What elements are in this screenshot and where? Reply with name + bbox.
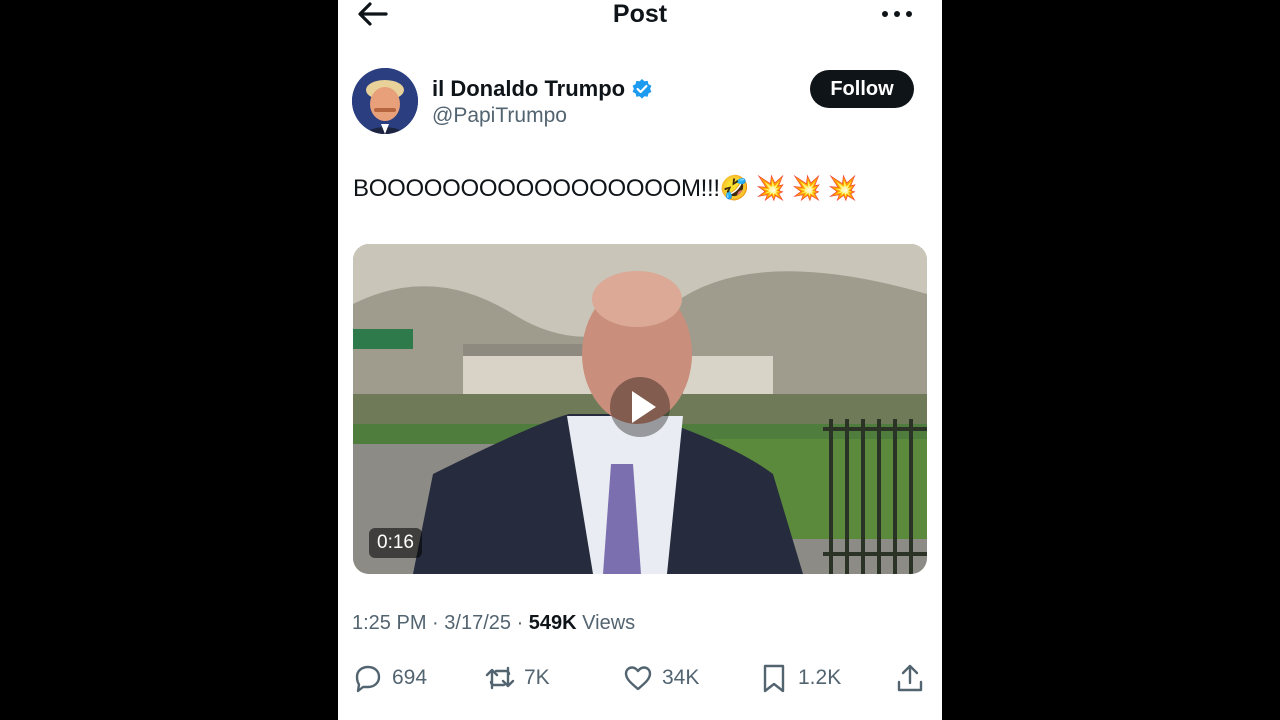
heart-icon (624, 666, 652, 691)
post-date[interactable]: 3/17/25 (444, 612, 511, 634)
more-button[interactable] (880, 2, 914, 26)
reply-button[interactable]: 694 (352, 658, 427, 698)
repost-button[interactable]: 7K (484, 658, 550, 698)
reply-icon (355, 665, 381, 693)
play-icon[interactable] (610, 377, 670, 437)
video-duration: 0:16 (369, 528, 422, 558)
author-handle[interactable]: @PapiTrumpo (432, 104, 567, 128)
more-horizontal-icon (882, 11, 912, 17)
bookmark-button[interactable]: 1.2K (758, 658, 841, 698)
verified-badge-icon (632, 79, 652, 99)
like-button[interactable]: 34K (622, 658, 699, 698)
avatar-photo (352, 68, 418, 134)
post-meta: 1:25 PM · 3/17/25 · 549K Views (352, 612, 636, 634)
bookmark-icon (763, 664, 785, 693)
views-label: Views (582, 612, 636, 634)
avatar[interactable] (352, 68, 418, 134)
repost-icon (485, 666, 515, 690)
repost-count: 7K (524, 666, 550, 689)
share-icon (897, 664, 923, 692)
top-bar: Post (338, 0, 942, 30)
author-display-name[interactable]: il Donaldo Trumpo (432, 76, 625, 102)
post-time[interactable]: 1:25 PM (352, 612, 426, 634)
reply-count: 694 (392, 666, 428, 689)
post-text: BOOOOOOOOOOOOOOOOOM!!!🤣 💥 💥 💥 (353, 175, 858, 202)
page-title: Post (612, 0, 668, 28)
video-player[interactable]: 0:16 (353, 244, 927, 574)
follow-button[interactable]: Follow (810, 70, 914, 108)
bookmark-count: 1.2K (798, 666, 842, 689)
share-button[interactable] (894, 658, 934, 698)
post-screen: Post il Donaldo Trumpo @PapiTrumpo Follo… (338, 0, 942, 720)
action-bar: 694 7K 34K 1.2K (338, 658, 942, 698)
like-count: 34K (662, 666, 700, 689)
author-name-row: il Donaldo Trumpo (432, 74, 653, 104)
views-count: 549K (528, 612, 577, 634)
